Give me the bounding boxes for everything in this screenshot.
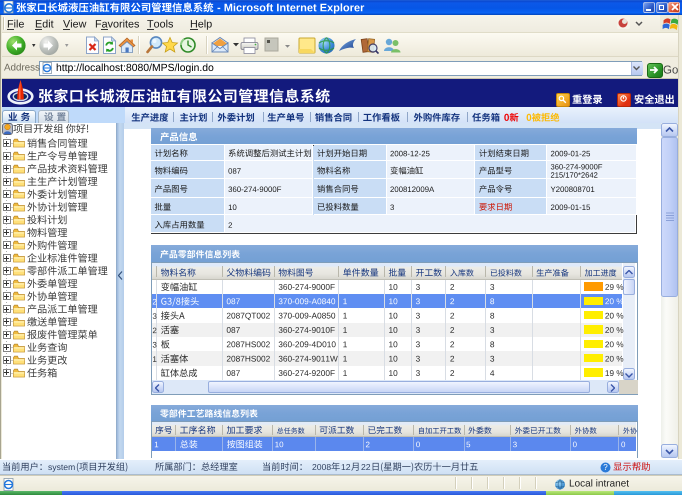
svg-text:?: ?: [603, 463, 608, 472]
